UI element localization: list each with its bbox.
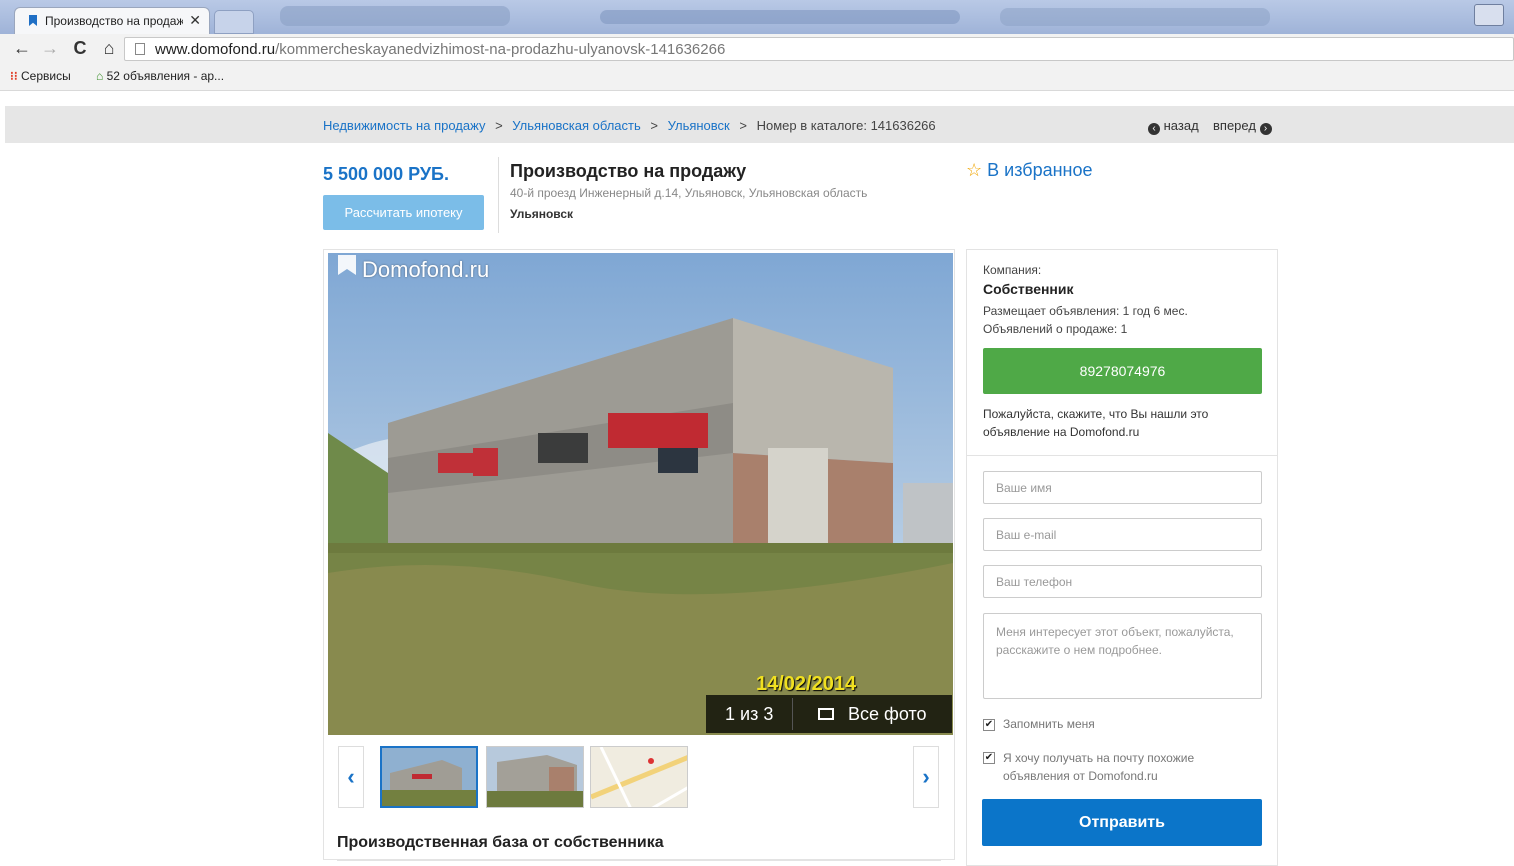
new-tab-button[interactable] (214, 10, 254, 34)
map-thumbnail[interactable] (590, 746, 688, 808)
description-heading: Производственная база от собственника (337, 834, 664, 851)
phone-field[interactable] (983, 565, 1262, 598)
remember-me-checkbox[interactable]: ✔ (983, 719, 995, 731)
breadcrumb: Недвижимость на продажу > Ульяновская об… (323, 118, 936, 133)
url-path: /kommercheskayanedvizhimost-na-prodazhu-… (275, 41, 726, 58)
blurred-window-title (600, 10, 960, 24)
address: 40-й проезд Инженерный д.14, Ульяновск, … (510, 186, 868, 200)
user-profile-icon[interactable] (1474, 4, 1504, 26)
breadcrumb-link[interactable]: Недвижимость на продажу (323, 118, 485, 133)
phone-button[interactable]: 89278074976 (983, 348, 1262, 394)
forward-label: вперед (1213, 118, 1256, 133)
apps-grid-icon: ⁝⁝ (10, 69, 18, 83)
ads-count: Объявлений о продаже: 1 (983, 322, 1128, 336)
price: 5 500 000 РУБ. (323, 164, 449, 184)
browser-tab-active[interactable]: Производство на продаж ✕ (14, 7, 210, 34)
bookmark-services[interactable]: ⁝⁝ Сервисы (10, 69, 71, 83)
forward-arrow-icon[interactable]: → (40, 38, 60, 59)
divider (337, 860, 941, 861)
chevron-left-icon: ‹ (347, 764, 355, 789)
message-field[interactable] (983, 613, 1262, 699)
divider (967, 455, 1277, 456)
back-label: назад (1163, 118, 1199, 133)
address-bar[interactable]: www.domofond.ru/kommercheskayanedvizhimo… (124, 37, 1514, 61)
city: Ульяновск (510, 207, 574, 221)
breadcrumb-link[interactable]: Ульяновск (668, 118, 730, 133)
chevron-right-icon: › (1259, 123, 1272, 135)
breadcrumb-link[interactable]: Ульяновская область (512, 118, 640, 133)
photo-thumbnail[interactable] (486, 746, 584, 808)
company-name: Собственник (983, 281, 1074, 297)
image-icon (818, 708, 834, 720)
back-arrow-icon[interactable]: ← (12, 38, 32, 59)
photo-thumbnail[interactable] (380, 746, 478, 808)
forward-link[interactable]: вперед › (1213, 118, 1272, 135)
posting-since: Размещает объявления: 1 год 6 мес. (983, 304, 1188, 318)
name-field[interactable] (983, 471, 1262, 504)
home-icon[interactable]: ⌂ (99, 38, 119, 59)
remember-me-label: Запомнить меня (1003, 717, 1095, 731)
all-photos-button[interactable]: Все фото (818, 704, 927, 725)
photo-counter: 1 из 3 (725, 704, 774, 724)
tab-title: Производство на продаж (45, 14, 183, 28)
breadcrumb-separator: > (650, 118, 658, 133)
photo-date: 14/02/2014 (756, 673, 857, 695)
mortgage-calculator-button[interactable]: Рассчитать ипотеку (323, 195, 484, 230)
main-photo[interactable] (328, 253, 953, 735)
next-photo-button[interactable]: › (913, 746, 939, 808)
breadcrumb-separator: > (739, 118, 747, 133)
favorites-label: В избранное (987, 160, 1093, 180)
company-label: Компания: (983, 263, 1042, 277)
star-icon: ☆ (966, 160, 983, 180)
email-field[interactable] (983, 518, 1262, 551)
blurred-window-title (1000, 8, 1270, 26)
page-icon (135, 43, 145, 55)
bookmark-label: Сервисы (20, 69, 71, 83)
bookmarks-bar (0, 64, 1514, 91)
chevron-right-icon: › (922, 764, 930, 789)
reload-icon[interactable]: C (70, 38, 90, 59)
breadcrumb-separator: > (495, 118, 503, 133)
bookmark-favicon-icon (29, 15, 37, 26)
bookmark-label: 52 объявления - ар... (106, 69, 225, 83)
catalog-number: Номер в каталоге: 141636266 (756, 118, 936, 133)
bookmark-ads[interactable]: ⌂ 52 объявления - ар... (96, 69, 224, 83)
subscribe-checkbox[interactable]: ✔ (983, 752, 995, 764)
divider (498, 157, 499, 233)
add-to-favorites-link[interactable]: ☆ В избранное (966, 160, 1093, 181)
submit-button[interactable]: Отправить (982, 799, 1262, 846)
please-note: Пожалуйста, скажите, что Вы нашли это об… (983, 407, 1209, 439)
watermark: Domofond.ru (362, 257, 490, 282)
blurred-window-title (280, 6, 510, 26)
back-link[interactable]: ‹ назад (1148, 118, 1199, 135)
subscribe-label: Я хочу получать на почту похожие объявле… (1003, 751, 1195, 783)
bookmark-favicon-icon: ⌂ (96, 69, 104, 83)
close-tab-icon[interactable]: ✕ (189, 12, 201, 29)
divider (792, 698, 793, 730)
prev-photo-button[interactable]: ‹ (338, 746, 364, 808)
url-domain: www.domofond.ru (155, 41, 276, 58)
page-title: Производство на продажу (510, 161, 747, 181)
chevron-left-icon: ‹ (1148, 123, 1160, 135)
all-photos-label: Все фото (848, 704, 927, 724)
